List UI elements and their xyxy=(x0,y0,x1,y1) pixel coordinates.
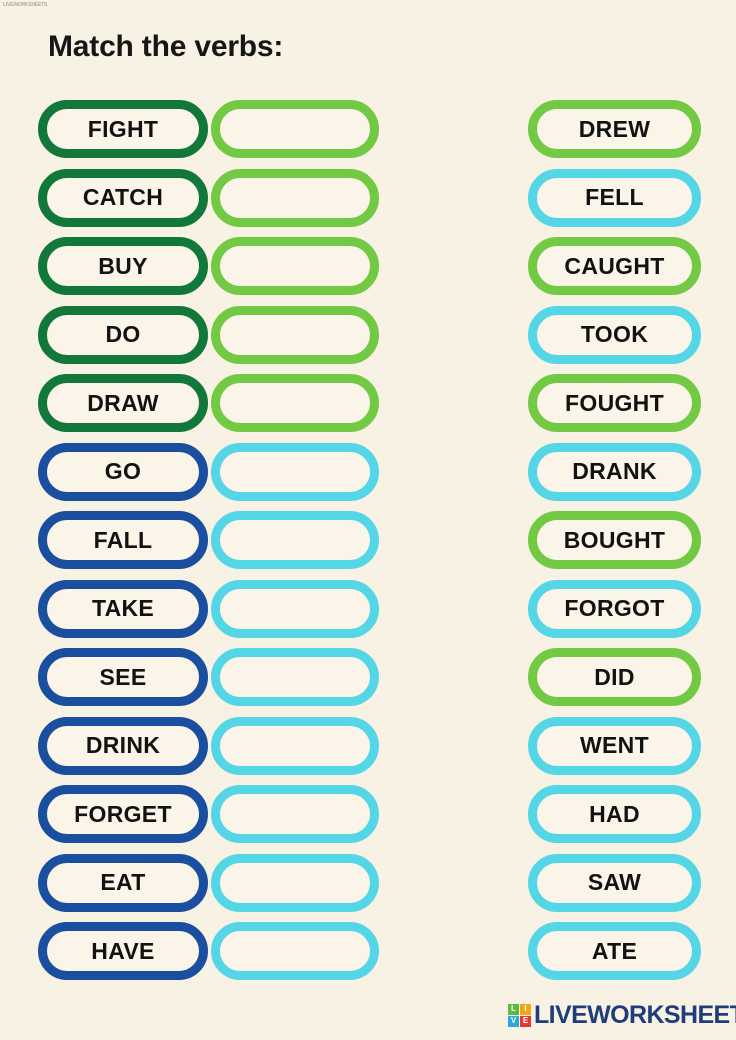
past-tense-label: FELL xyxy=(585,184,644,210)
answer-drop-zone[interactable] xyxy=(211,579,379,638)
past-tense-label: DID xyxy=(594,663,635,690)
logo-square-i: I xyxy=(520,1003,531,1015)
match-row: DRINK WENT xyxy=(0,716,736,775)
past-tense-label: CAUGHT xyxy=(564,252,665,279)
logo-square-l: L xyxy=(508,1003,519,1015)
past-tense-pill[interactable]: DRANK xyxy=(528,442,701,501)
match-row: TAKE FORGOT xyxy=(0,579,736,638)
verb-pill[interactable]: BUY xyxy=(38,237,208,295)
past-tense-label: DREW xyxy=(578,115,651,142)
past-tense-label: ATE xyxy=(591,937,638,964)
past-tense-pill[interactable]: HAD xyxy=(528,785,701,843)
verb-pill[interactable]: DRINK xyxy=(38,716,208,775)
verb-pill[interactable]: HAVE xyxy=(38,922,208,980)
answer-drop-zone[interactable] xyxy=(211,237,379,295)
past-tense-pill[interactable]: WENT xyxy=(528,716,701,775)
past-tense-pill[interactable]: FOUGHT xyxy=(528,374,701,432)
answer-drop-zone[interactable] xyxy=(211,922,379,980)
verb-pill[interactable]: FORGET xyxy=(38,785,208,843)
logo-square-v: V xyxy=(508,1015,519,1027)
match-row: FORGET HAD xyxy=(0,785,736,843)
past-tense-label: FORGOT xyxy=(564,595,665,621)
match-row: BUY CAUGHT xyxy=(0,237,736,295)
past-tense-pill[interactable]: CAUGHT xyxy=(528,237,701,295)
verb-label: DRINK xyxy=(85,732,161,758)
verb-label: FIGHT xyxy=(87,115,159,142)
past-tense-label: DRANK xyxy=(572,458,657,484)
verb-label: EAT xyxy=(100,869,146,895)
answer-drop-zone[interactable] xyxy=(211,305,379,364)
past-tense-pill[interactable]: DREW xyxy=(528,100,701,158)
match-row: FIGHT DREW xyxy=(0,100,736,158)
match-row: FALL BOUGHT xyxy=(0,511,736,569)
logo-square-e: E xyxy=(520,1015,531,1027)
match-row: CATCH FELL xyxy=(0,168,736,227)
answer-drop-zone[interactable] xyxy=(211,511,379,569)
verb-label: FALL xyxy=(93,526,153,553)
verb-label: GO xyxy=(104,458,142,484)
verb-label: CATCH xyxy=(82,184,164,210)
answer-drop-zone[interactable] xyxy=(211,168,379,227)
verb-label: SEE xyxy=(99,663,147,690)
answer-drop-zone[interactable] xyxy=(211,853,379,912)
past-tense-pill[interactable]: SAW xyxy=(528,853,701,912)
past-tense-pill[interactable]: TOOK xyxy=(528,305,701,364)
match-board: FIGHT DREW CATCH FELL BUY CAUGHT DO TOOK DRAW FOU… xyxy=(0,0,736,1040)
match-row: EAT SAW xyxy=(0,853,736,912)
past-tense-label: BOUGHT xyxy=(563,526,666,553)
verb-pill[interactable]: CATCH xyxy=(38,168,208,227)
verb-label: HAVE xyxy=(91,937,155,964)
verb-pill[interactable]: GO xyxy=(38,442,208,501)
verb-pill[interactable]: SEE xyxy=(38,648,208,706)
past-tense-label: TOOK xyxy=(580,321,649,347)
liveworksheets-logo: L I V E LIVEWORKSHEETS xyxy=(508,1000,736,1030)
verb-pill[interactable]: DO xyxy=(38,305,208,364)
match-row: GO DRANK xyxy=(0,442,736,501)
verb-pill[interactable]: TAKE xyxy=(38,579,208,638)
past-tense-label: FOUGHT xyxy=(565,389,664,416)
verb-label: DRAW xyxy=(87,389,159,416)
answer-drop-zone[interactable] xyxy=(211,648,379,706)
match-row: DRAW FOUGHT xyxy=(0,374,736,432)
past-tense-pill[interactable]: ATE xyxy=(528,922,701,980)
past-tense-label: HAD xyxy=(589,800,640,827)
past-tense-label: SAW xyxy=(587,869,642,895)
liveworksheets-logo-mark: L I V E xyxy=(508,1003,531,1027)
verb-label: DO xyxy=(105,321,141,347)
past-tense-pill[interactable]: FORGOT xyxy=(528,579,701,638)
answer-drop-zone[interactable] xyxy=(211,374,379,432)
verb-pill[interactable]: DRAW xyxy=(38,374,208,432)
past-tense-pill[interactable]: BOUGHT xyxy=(528,511,701,569)
match-row: DO TOOK xyxy=(0,305,736,364)
past-tense-pill[interactable]: FELL xyxy=(528,168,701,227)
match-row: HAVE ATE xyxy=(0,922,736,980)
verb-pill[interactable]: EAT xyxy=(38,853,208,912)
answer-drop-zone[interactable] xyxy=(211,442,379,501)
verb-pill[interactable]: FIGHT xyxy=(38,100,208,158)
past-tense-pill[interactable]: DID xyxy=(528,648,701,706)
answer-drop-zone[interactable] xyxy=(211,716,379,775)
liveworksheets-wordmark: LIVEWORKSHEETS xyxy=(534,1000,736,1029)
past-tense-label: WENT xyxy=(580,732,649,758)
answer-drop-zone[interactable] xyxy=(211,785,379,843)
verb-label: BUY xyxy=(98,252,148,279)
verb-label: TAKE xyxy=(91,595,155,621)
verb-label: FORGET xyxy=(74,800,172,827)
answer-drop-zone[interactable] xyxy=(211,100,379,158)
match-row: SEE DID xyxy=(0,648,736,706)
verb-pill[interactable]: FALL xyxy=(38,511,208,569)
